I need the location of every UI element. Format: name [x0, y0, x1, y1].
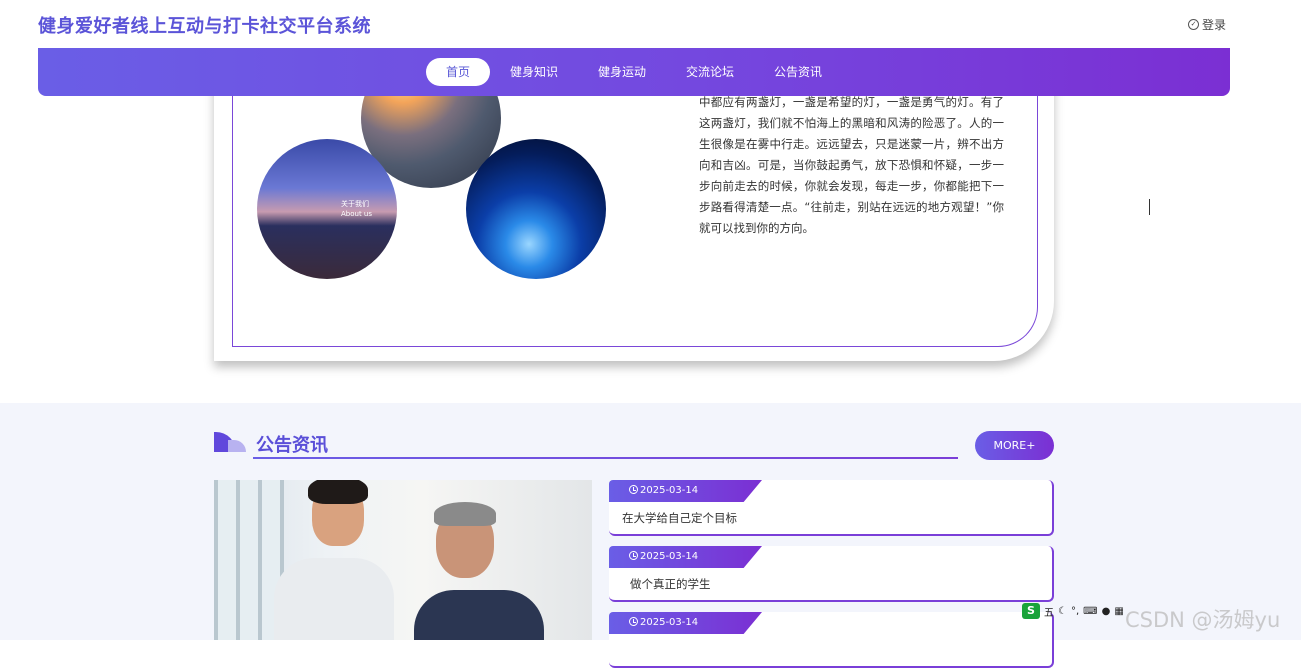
news-list-item[interactable]: 2025-03-14 [609, 612, 1054, 668]
login-link[interactable]: ✓ 登录 [1188, 16, 1226, 33]
sogou-ime-icon[interactable]: S [1022, 603, 1040, 619]
section-title-icon [214, 432, 246, 452]
ime-mode-label[interactable]: 五 [1044, 604, 1054, 619]
punctuation-icon[interactable]: °, [1071, 606, 1079, 617]
clock-icon [629, 617, 638, 626]
young-man-figure [274, 558, 394, 640]
site-title[interactable]: 健身爱好者线上互动与打卡社交平台系统 [38, 12, 371, 38]
date-tag: 2025-03-14 [609, 546, 762, 568]
news-list-item[interactable]: 2025-03-14 在大学给自己定个目标 [609, 480, 1054, 536]
moon-icon[interactable]: ☾ [1058, 606, 1067, 617]
login-label: 登录 [1202, 18, 1227, 32]
news-item-title: 在大学给自己定个目标 [622, 511, 737, 525]
nav-item-home[interactable]: 首页 [425, 58, 490, 86]
clock-icon [629, 551, 638, 560]
circle-caption-en: About us [341, 210, 373, 218]
news-item-title: 做个真正的学生 [630, 577, 711, 591]
title-underline [253, 457, 958, 459]
clock-icon [629, 485, 638, 494]
about-paragraph: 看，是否真的如此。如果你有信心，你对前途就不犹豫了。如果你有勇气，你就不怕前途是… [699, 96, 1004, 235]
date-tag: 2025-03-14 [609, 612, 762, 634]
news-section-title: 公告资讯 [256, 435, 328, 456]
watermark: CSDN @汤姆yu [1125, 608, 1281, 632]
nav-item-fitness-sports[interactable]: 健身运动 [578, 58, 666, 86]
older-man-figure [414, 590, 544, 640]
grid-icon[interactable]: ▦ [1114, 606, 1123, 617]
circle-caption: 关于我们 About us [341, 199, 372, 219]
mouse-cursor-icon [1149, 199, 1159, 215]
ime-toolbar[interactable]: S 五 ☾ °, ⌨ ● ▦ [1022, 602, 1124, 620]
more-button[interactable]: MORE+ [975, 431, 1054, 460]
about-card: 关于我们 About us 看，是否真的如此。如果你有信心，你对前途就不犹豫了。… [214, 96, 1054, 361]
city-night-image: 关于我们 About us [257, 139, 397, 279]
nav-item-announcements[interactable]: 公告资讯 [754, 58, 842, 86]
news-featured-image[interactable] [214, 480, 592, 640]
older-man-hair [434, 502, 496, 526]
nav-item-forum[interactable]: 交流论坛 [666, 58, 754, 86]
news-date: 2025-03-14 [640, 485, 699, 496]
top-header: 健身爱好者线上互动与打卡社交平台系统 ✓ 登录 [0, 0, 1301, 48]
news-list-item[interactable]: 2025-03-14 做个真正的学生 [609, 546, 1054, 602]
earth-light-image [466, 139, 606, 279]
keyboard-icon[interactable]: ⌨ [1083, 606, 1097, 617]
user-icon[interactable]: ● [1102, 606, 1111, 617]
young-man-hair [308, 480, 368, 504]
nav-item-fitness-knowledge[interactable]: 健身知识 [490, 58, 578, 86]
date-tag: 2025-03-14 [609, 480, 762, 502]
about-section: 关于我们 About us 看，是否真的如此。如果你有信心，你对前途就不犹豫了。… [0, 96, 1301, 403]
check-circle-icon: ✓ [1188, 19, 1199, 30]
news-date: 2025-03-14 [640, 617, 699, 628]
news-date: 2025-03-14 [640, 551, 699, 562]
main-nav: 首页 健身知识 健身运动 交流论坛 公告资讯 [38, 48, 1230, 96]
circle-caption-cn: 关于我们 [341, 200, 369, 208]
